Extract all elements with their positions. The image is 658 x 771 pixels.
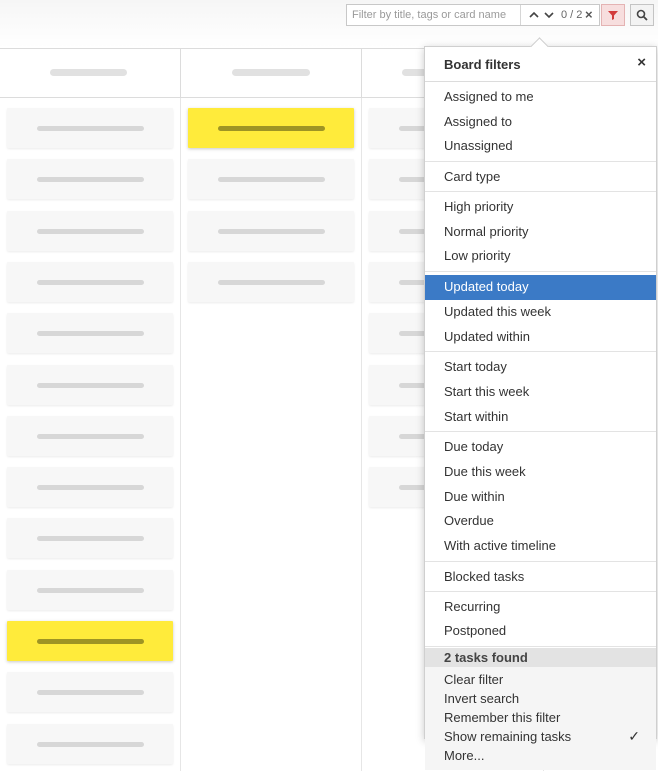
filter-item[interactable]: Due within [425,485,656,510]
popup-header: Board filters × [425,47,656,82]
filter-item[interactable]: Overdue [425,509,656,534]
filter-item[interactable]: Updated within [425,325,656,350]
filter-item[interactable]: Start this week [425,380,656,405]
card[interactable] [7,159,173,200]
card[interactable] [188,159,354,200]
filter-action-label: Invert search [444,691,520,707]
chevron-down-icon[interactable] [543,9,555,21]
column-header [0,49,181,98]
filter-group: Updated today Updated this week Updated wi… [425,272,656,353]
filter-group: Due today Due this week Due within Overdue W… [425,432,656,562]
card-title-placeholder [37,228,144,234]
card[interactable] [7,210,173,251]
card-title-placeholder [37,587,144,593]
card[interactable] [7,415,173,456]
filter-item[interactable]: Due this week [425,460,656,485]
filter-group: Start today Start this week Start within [425,352,656,433]
close-icon[interactable]: × [637,55,646,71]
card[interactable] [188,210,354,251]
filter-item[interactable]: Assigned to [425,110,656,135]
filter-action-label: Remember this filter [444,710,561,726]
filter-item[interactable]: Low priority [425,244,656,269]
filter-actions: Clear filter Invert search Remember this f… [425,667,656,771]
card[interactable] [188,261,354,302]
card-title-placeholder [37,639,144,644]
card[interactable] [7,672,173,713]
card-highlighted[interactable] [7,621,173,661]
card[interactable] [7,108,173,148]
filter-action[interactable]: Clear filter [425,670,656,689]
card-title-placeholder [37,331,144,337]
filter-group: Assigned to me Assigned to Unassigned [425,82,656,163]
filter-button[interactable] [601,4,625,26]
filter-action-label: Show remaining tasks [444,729,572,745]
card[interactable] [7,518,173,559]
board-filters-popup: Board filters × Assigned to me Assigned t… [424,37,657,771]
filter-action[interactable]: Remember this filter [425,708,656,727]
card[interactable] [7,313,173,354]
filter-item[interactable]: Assigned to me [425,85,656,110]
filter-list: Assigned to me Assigned to Unassigned Card … [425,82,656,648]
filter-item[interactable]: Card type [425,165,656,189]
search-box: 0 / 2 × [346,4,600,26]
filter-item[interactable]: High priority [425,195,656,220]
column-header [181,49,362,98]
card-title-placeholder [37,741,144,747]
filter-item[interactable]: Updated today [425,275,656,300]
filter-action-label: More... [444,748,485,764]
close-icon[interactable]: × [585,7,593,23]
filter-action[interactable]: More... [425,746,656,765]
filter-item[interactable]: Start today [425,355,656,380]
filter-item[interactable]: With active timeline [425,534,656,559]
filter-item[interactable]: Blocked tasks [425,565,656,589]
filter-item[interactable]: Postponed [425,619,656,644]
filter-item[interactable]: Normal priority [425,220,656,245]
card[interactable] [7,467,173,508]
card[interactable] [7,364,173,405]
search-input[interactable] [347,5,521,25]
filter-item[interactable]: Updated this week [425,300,656,325]
card-title-placeholder [218,228,325,234]
filter-item[interactable]: Start within [425,405,656,430]
card-title-placeholder [37,433,144,439]
card[interactable] [7,723,173,764]
search-button[interactable] [630,4,654,26]
card[interactable] [7,261,173,302]
card-title-placeholder [37,126,144,131]
checkmark-icon: ✓ [628,728,640,745]
popup-title: Board filters [444,57,521,72]
card-title-placeholder [37,177,144,183]
card-title-placeholder [37,690,144,696]
tasks-found-status: 2 tasks found [425,648,656,668]
filter-item[interactable]: Due today [425,435,656,460]
filter-action[interactable]: Invert search [425,689,656,708]
card-title-placeholder [37,382,144,388]
column-title-placeholder [232,69,310,76]
filter-item[interactable]: Recurring [425,595,656,620]
filter-action[interactable]: Show remaining tasks ✓ [425,727,656,746]
filter-group: Blocked tasks [425,562,656,592]
card-title-placeholder [37,536,144,542]
card-title-placeholder [218,177,325,183]
filter-action-label: Clear filter [444,672,504,688]
card-title-placeholder [218,126,325,131]
card[interactable] [7,569,173,610]
card-highlighted[interactable] [188,108,354,148]
card-title-placeholder [218,279,325,285]
match-counter: 0 / 2 [561,9,583,21]
filter-item[interactable]: Unassigned [425,134,656,159]
column-title-placeholder [50,69,127,76]
chevron-up-icon[interactable] [528,9,540,21]
card-title-placeholder [37,485,144,491]
filter-group: Card type [425,162,656,193]
filter-group: Recurring Postponed [425,592,656,648]
filter-group: High priority Normal priority Low priority [425,192,656,273]
card-title-placeholder [37,279,144,285]
